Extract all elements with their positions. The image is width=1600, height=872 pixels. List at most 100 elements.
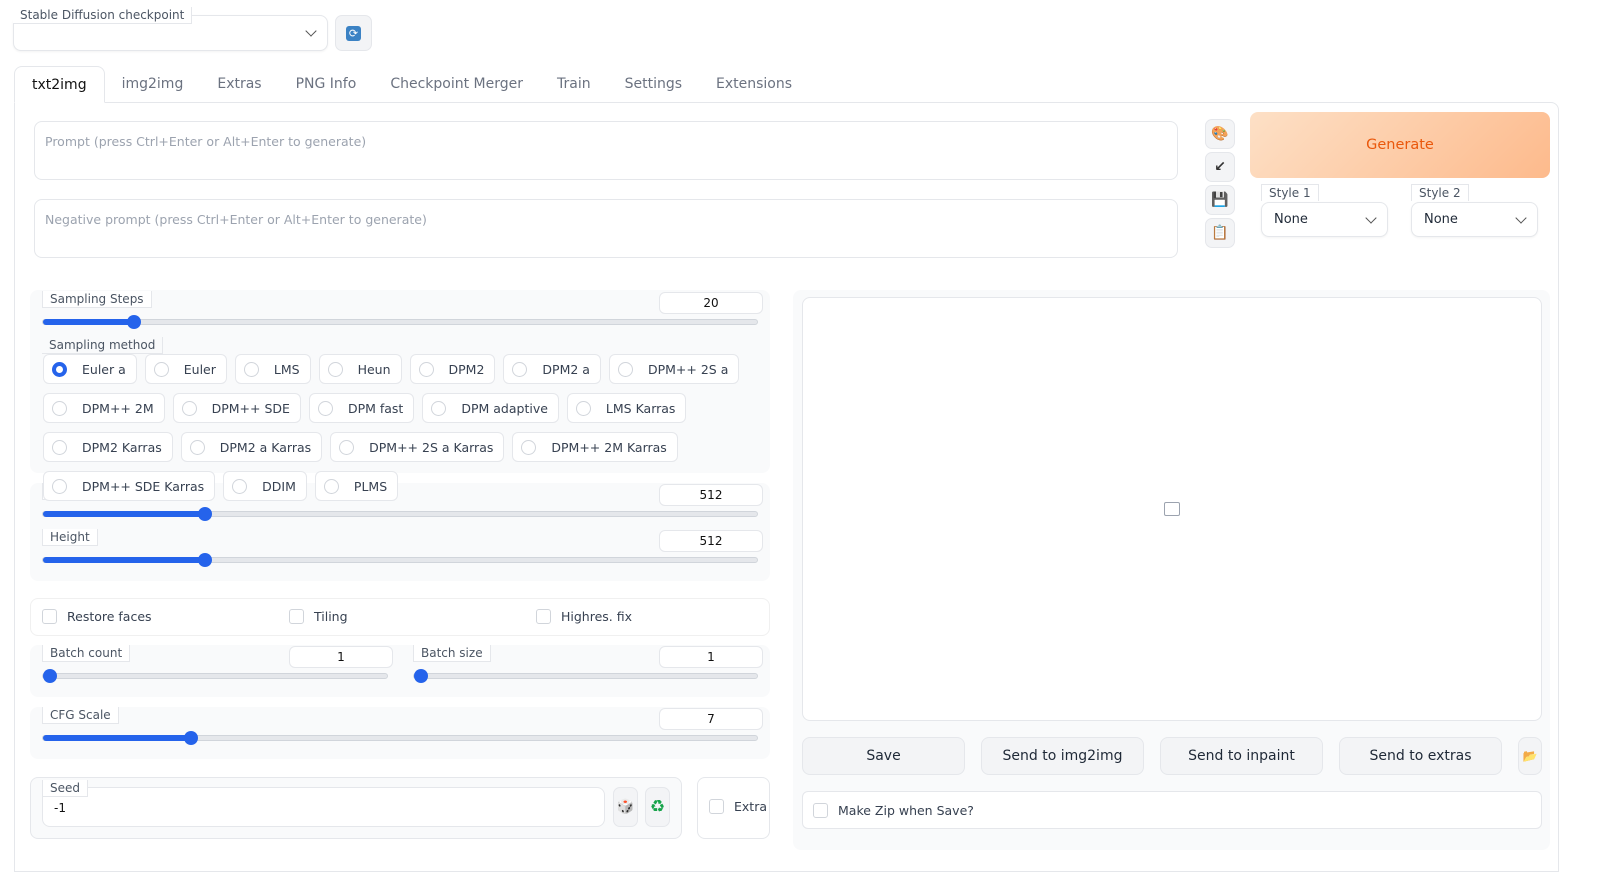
sampler-option[interactable]: DDIM — [223, 471, 307, 501]
random-seed-button[interactable]: 🎲 — [613, 787, 638, 827]
send-to-extras-button[interactable]: Send to extras — [1339, 737, 1502, 775]
slider-thumb[interactable] — [198, 507, 212, 521]
steps-slider[interactable] — [42, 319, 758, 325]
highres-fix-checkbox[interactable]: Highres. fix — [536, 609, 632, 624]
radio-icon[interactable] — [52, 401, 67, 416]
radio-icon[interactable] — [618, 362, 633, 377]
sampler-option[interactable]: DPM2 a Karras — [181, 432, 322, 462]
save-button[interactable]: Save — [802, 737, 965, 775]
apply-style-button[interactable]: 📋 — [1205, 218, 1235, 248]
steps-number-input[interactable]: 20 — [659, 292, 763, 314]
highres-fix-label: Highres. fix — [561, 609, 632, 624]
negative-prompt-input[interactable]: Negative prompt (press Ctrl+Enter or Alt… — [34, 199, 1178, 258]
tab-train[interactable]: Train — [540, 66, 608, 103]
slider-thumb[interactable] — [414, 669, 428, 683]
sampler-label: DPM++ 2M Karras — [551, 440, 666, 455]
style1-value: None — [1274, 212, 1308, 227]
sampler-option[interactable]: DPM++ SDE Karras — [43, 471, 215, 501]
chevron-down-icon — [1515, 212, 1526, 223]
sampler-option[interactable]: Euler — [145, 354, 227, 384]
make-zip-checkbox[interactable]: Make Zip when Save? — [813, 803, 974, 818]
tab-extensions[interactable]: Extensions — [699, 66, 809, 103]
sampler-label: DPM++ SDE — [212, 401, 290, 416]
checkbox[interactable] — [289, 609, 304, 624]
palette-icon: 🎨 — [1211, 126, 1228, 142]
radio-icon[interactable] — [521, 440, 536, 455]
checkbox[interactable] — [709, 799, 724, 814]
radio-icon[interactable] — [52, 362, 67, 377]
sampler-option[interactable]: DPM adaptive — [422, 393, 559, 423]
radio-icon[interactable] — [431, 401, 446, 416]
batch_count-number-input[interactable]: 1 — [289, 646, 393, 668]
batch_size-number-input[interactable]: 1 — [659, 646, 763, 668]
sampler-label: DPM++ 2S a — [648, 362, 728, 377]
tab-png-info[interactable]: PNG Info — [279, 66, 374, 103]
sampler-option[interactable]: PLMS — [315, 471, 398, 501]
batch_count-slider[interactable] — [42, 673, 388, 679]
sampler-option[interactable]: DPM2 — [410, 354, 496, 384]
cfg-slider[interactable] — [42, 735, 758, 741]
radio-icon[interactable] — [324, 479, 339, 494]
extra-seed-checkbox[interactable]: Extra — [709, 799, 767, 814]
send-to-inpaint-button[interactable]: Send to inpaint — [1160, 737, 1323, 775]
radio-icon[interactable] — [154, 362, 169, 377]
cfg-number-input[interactable]: 7 — [659, 708, 763, 730]
sampler-option[interactable]: DPM fast — [309, 393, 414, 423]
checkbox[interactable] — [813, 803, 828, 818]
reuse-seed-button[interactable]: ♻ — [645, 787, 670, 827]
height-number-input[interactable]: 512 — [659, 530, 763, 552]
read-params-button[interactable]: ↙ — [1205, 152, 1235, 182]
show-extra-networks-button[interactable]: 🎨 — [1205, 119, 1235, 149]
batch_size-label: Batch size — [413, 645, 491, 662]
sampler-option[interactable]: DPM2 a — [503, 354, 601, 384]
restore-faces-checkbox[interactable]: Restore faces — [42, 609, 152, 624]
tiling-checkbox[interactable]: Tiling — [289, 609, 348, 624]
radio-icon[interactable] — [328, 362, 343, 377]
sampler-label: DPM adaptive — [461, 401, 548, 416]
style1-dropdown[interactable]: None — [1261, 202, 1388, 237]
sampler-option[interactable]: DPM++ SDE — [173, 393, 301, 423]
open-folder-button[interactable]: 📂 — [1518, 737, 1542, 775]
tab-checkpoint-merger[interactable]: Checkpoint Merger — [373, 66, 540, 103]
radio-icon[interactable] — [52, 479, 67, 494]
tab-txt2img[interactable]: txt2img — [14, 66, 105, 103]
sampler-option[interactable]: LMS — [235, 354, 311, 384]
tab-img2img[interactable]: img2img — [105, 66, 201, 103]
sampler-option[interactable]: DPM++ 2S a — [609, 354, 739, 384]
checkbox[interactable] — [42, 609, 57, 624]
sampler-option[interactable]: DPM++ 2M Karras — [512, 432, 677, 462]
style2-dropdown[interactable]: None — [1411, 202, 1538, 237]
slider-thumb[interactable] — [43, 669, 57, 683]
batch_size-slider[interactable] — [413, 673, 758, 679]
radio-icon[interactable] — [52, 440, 67, 455]
height-slider[interactable] — [42, 557, 758, 563]
prompt-input[interactable]: Prompt (press Ctrl+Enter or Alt+Enter to… — [34, 121, 1178, 180]
radio-icon[interactable] — [244, 362, 259, 377]
tab-settings[interactable]: Settings — [608, 66, 699, 103]
radio-icon[interactable] — [512, 362, 527, 377]
refresh-checkpoint-button[interactable]: ⟳ — [335, 15, 372, 51]
radio-icon[interactable] — [339, 440, 354, 455]
generate-button[interactable]: Generate — [1250, 112, 1550, 178]
tab-extras[interactable]: Extras — [200, 66, 278, 103]
checkbox[interactable] — [536, 609, 551, 624]
sampler-option[interactable]: DPM2 Karras — [43, 432, 173, 462]
radio-icon[interactable] — [318, 401, 333, 416]
sampler-option[interactable]: DPM++ 2M — [43, 393, 165, 423]
sampler-option[interactable]: Euler a — [43, 354, 137, 384]
radio-icon[interactable] — [576, 401, 591, 416]
radio-icon[interactable] — [232, 479, 247, 494]
sampler-option[interactable]: DPM++ 2S a Karras — [330, 432, 504, 462]
save-style-button[interactable]: 💾 — [1205, 185, 1235, 215]
slider-thumb[interactable] — [198, 553, 212, 567]
seed-input[interactable]: -1 — [42, 787, 605, 827]
width-slider[interactable] — [42, 511, 758, 517]
sampler-option[interactable]: Heun — [319, 354, 402, 384]
send-to-img2img-button[interactable]: Send to img2img — [981, 737, 1144, 775]
radio-icon[interactable] — [190, 440, 205, 455]
clipboard-icon: 📋 — [1211, 225, 1228, 241]
sampler-option[interactable]: LMS Karras — [567, 393, 687, 423]
recycle-icon: ♻ — [650, 797, 665, 817]
radio-icon[interactable] — [182, 401, 197, 416]
radio-icon[interactable] — [419, 362, 434, 377]
